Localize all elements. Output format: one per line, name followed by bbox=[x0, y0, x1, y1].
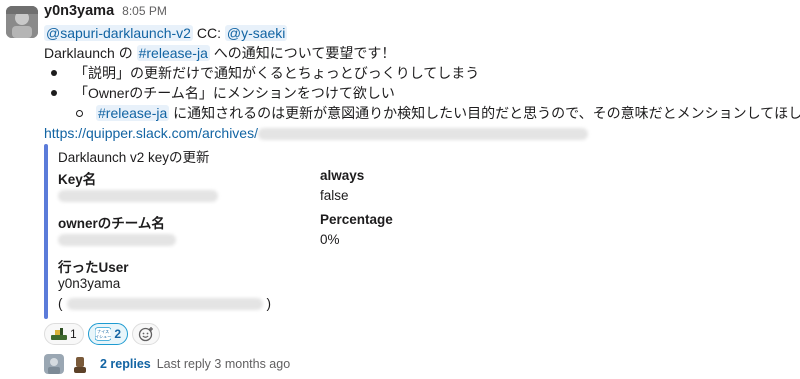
bullet-item: 「説明」の更新だけで通知がくるとちょっとびっくりしてしまう bbox=[74, 65, 480, 81]
paren-open: ( bbox=[58, 296, 63, 311]
add-reaction-button[interactable] bbox=[132, 323, 160, 345]
sub-bullet-icon bbox=[76, 110, 83, 117]
paren-close: ) bbox=[266, 296, 272, 311]
bullet-icon bbox=[51, 70, 57, 76]
field-value-always: false bbox=[320, 188, 349, 203]
avatar[interactable] bbox=[6, 6, 38, 38]
add-emoji-icon bbox=[138, 327, 153, 342]
field-label-user: 行ったUser bbox=[58, 260, 129, 275]
redacted-owner-team bbox=[58, 234, 176, 247]
redacted-key bbox=[58, 190, 218, 203]
redacted-user-detail bbox=[66, 297, 263, 310]
bullet-item: 「Ownerのチーム名」にメンションをつけて欲しい bbox=[74, 85, 395, 101]
channel-link-release-ja[interactable]: #release-ja bbox=[136, 45, 210, 61]
reply-avatar bbox=[44, 354, 64, 374]
username[interactable]: y0n3yama bbox=[44, 3, 114, 19]
field-value-percentage: 0% bbox=[320, 232, 340, 247]
attachment-title: Darklaunch v2 keyの更新 bbox=[58, 150, 210, 165]
field-label-owner-team: ownerのチーム名 bbox=[58, 216, 165, 231]
bullet-icon bbox=[51, 90, 57, 96]
attachment-accent-bar bbox=[44, 144, 48, 319]
reaction-count: 1 bbox=[70, 327, 77, 341]
reaction-ship[interactable]: 1 bbox=[44, 323, 84, 345]
field-value-key bbox=[58, 188, 218, 203]
redacted-link bbox=[258, 128, 588, 141]
field-label-always: always bbox=[320, 168, 365, 183]
mention-sapuri-darklaunch[interactable]: @sapuri-darklaunch-v2 bbox=[44, 25, 193, 41]
timestamp[interactable]: 8:05 PM bbox=[122, 4, 167, 18]
nice-issue-emoji-icon: ナイス イシュー bbox=[95, 327, 112, 341]
field-value-owner-team bbox=[58, 232, 176, 247]
intro-prefix: Darklaunch の bbox=[44, 45, 133, 61]
reaction-nice-issue[interactable]: ナイス イシュー 2 bbox=[88, 323, 128, 345]
sub-bullet-text: に通知されるのは更新が意図通りか検知したい目的だと思うので、その意味だとメンショ… bbox=[173, 105, 800, 121]
mention-line: @sapuri-darklaunch-v2 CC: @y-saeki bbox=[44, 23, 288, 43]
replies-count-link[interactable]: 2 replies bbox=[100, 357, 151, 371]
ship-emoji-icon bbox=[51, 328, 67, 340]
field-value-user-detail: ( ) bbox=[58, 296, 271, 311]
message-header: y0n3yama 8:05 PM bbox=[44, 3, 167, 19]
last-reply-text: Last reply 3 months ago bbox=[156, 357, 291, 371]
field-label-percentage: Percentage bbox=[320, 212, 393, 227]
archive-link[interactable]: https://quipper.slack.com/archives/ bbox=[44, 125, 258, 141]
archive-link-line: https://quipper.slack.com/archives/ bbox=[44, 123, 588, 143]
reply-avatar bbox=[70, 354, 90, 374]
field-label-key: Key名 bbox=[58, 172, 97, 187]
field-value-user: y0n3yama bbox=[58, 276, 121, 291]
sub-bullet-item: #release-ja に通知されるのは更新が意図通りか検知したい目的だと思うの… bbox=[96, 103, 800, 123]
intro-suffix: への通知について要望です！ bbox=[213, 45, 396, 61]
intro-line: Darklaunch の #release-ja への通知について要望です！ bbox=[44, 43, 395, 63]
reaction-count: 2 bbox=[114, 327, 121, 341]
cc-label: CC: bbox=[196, 25, 221, 41]
nice-issue-text-bottom: イシュー bbox=[95, 334, 111, 339]
thread-summary[interactable]: 2 replies Last reply 3 months ago bbox=[44, 354, 290, 374]
mention-y-saeki[interactable]: @y-saeki bbox=[224, 25, 288, 41]
channel-link-release-ja[interactable]: #release-ja bbox=[96, 105, 170, 121]
